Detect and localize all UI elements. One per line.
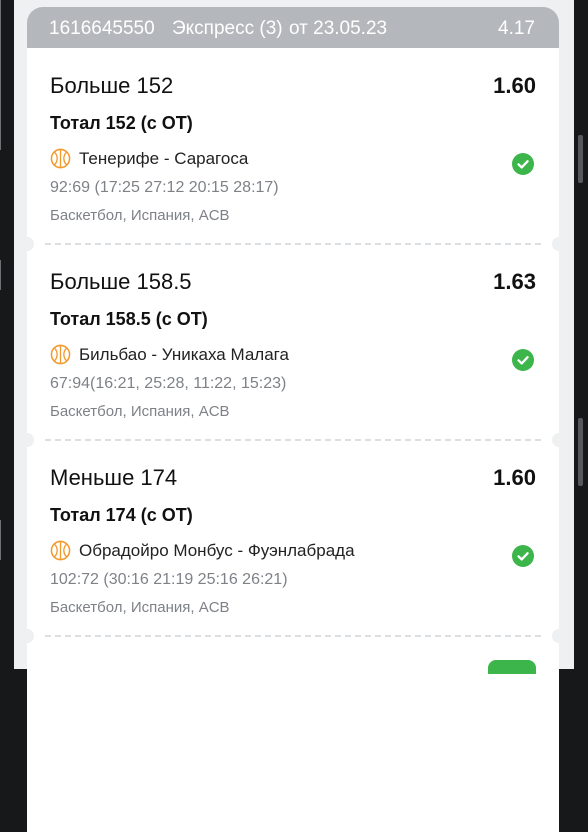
basketball-icon — [50, 148, 71, 169]
check-circle-icon — [512, 545, 534, 567]
scrollbar-thumb[interactable] — [578, 418, 583, 486]
selection-market: Тотал 158.5 (с ОТ) — [50, 309, 208, 329]
selection-title: Больше 158.5 — [50, 269, 192, 294]
bet-summary-card — [20, 629, 566, 832]
bet-slip-card: 1616645550 Экспресс (3) от 23.05.23 4.17… — [20, 7, 566, 832]
match-score: 67:94(16:21, 25:28, 11:22, 15:23) — [50, 375, 287, 392]
ticket-notch — [20, 433, 34, 447]
ticket-divider — [45, 635, 541, 637]
match-score: 102:72 (30:16 21:19 25:16 26:21) — [50, 571, 288, 588]
selection-coefficient: 1.63 — [493, 269, 536, 294]
left-edge-line — [0, 260, 1, 290]
selection-card[interactable]: Меньше 174 1.60 Тотал 174 (с ОТ) Обрадой… — [20, 433, 566, 636]
ticket-notch — [20, 629, 34, 643]
check-circle-icon — [512, 153, 534, 175]
basketball-icon — [50, 344, 71, 365]
match-teams: Бильбао - Уникаха Малага — [79, 345, 289, 364]
ticket-notch — [552, 629, 566, 643]
ticket-divider — [45, 439, 541, 441]
status-badge — [488, 660, 536, 674]
bet-date: от 23.05.23 — [289, 18, 388, 39]
left-edge-line — [0, 0, 1, 150]
ticket-notch — [552, 237, 566, 251]
match-teams: Обрадойро Монбус - Фуэнлабрада — [79, 541, 355, 560]
selection-coefficient: 1.60 — [493, 465, 536, 490]
scrollbar-thumb[interactable] — [578, 135, 583, 183]
league-info: Баскетбол, Испания, ACB — [50, 207, 230, 224]
selection-title: Больше 152 — [50, 73, 174, 98]
basketball-icon — [50, 540, 71, 561]
ticket-notch — [20, 237, 34, 251]
selection-coefficient: 1.60 — [493, 73, 536, 98]
total-coefficient: 4.17 — [498, 18, 535, 39]
selection-card[interactable]: Больше 158.5 1.63 Тотал 158.5 (с ОТ) Бил… — [20, 237, 566, 440]
bet-slip-header[interactable]: 1616645550 Экспресс (3) от 23.05.23 4.17 — [27, 7, 559, 48]
left-edge-line — [0, 520, 1, 560]
selection-card[interactable]: Больше 152 1.60 Тотал 152 (с ОТ) Тенериф… — [27, 48, 559, 244]
bet-id: 1616645550 — [49, 18, 155, 39]
ticket-divider — [45, 243, 541, 245]
selection-market: Тотал 174 (с ОТ) — [50, 505, 193, 525]
league-info: Баскетбол, Испания, ACB — [50, 599, 230, 616]
league-info: Баскетбол, Испания, ACB — [50, 403, 230, 420]
selection-title: Меньше 174 — [50, 465, 178, 490]
bet-type: Экспресс (3) — [172, 18, 283, 39]
selection-market: Тотал 152 (с ОТ) — [50, 113, 193, 133]
check-circle-icon — [512, 349, 534, 371]
match-teams: Тенерифе - Сарагоса — [79, 149, 249, 168]
match-score: 92:69 (17:25 27:12 20:15 28:17) — [50, 179, 279, 196]
ticket-notch — [552, 433, 566, 447]
